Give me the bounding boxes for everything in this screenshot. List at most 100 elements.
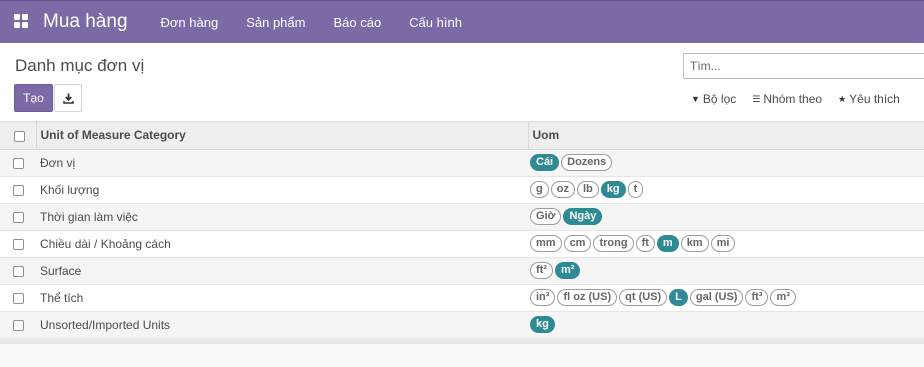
row-checkbox[interactable] bbox=[12, 157, 24, 169]
star-icon: ★ bbox=[838, 93, 847, 104]
table-header-row: Unit of Measure Category Uom bbox=[0, 122, 924, 150]
uom-cell: ft² m² bbox=[528, 257, 924, 285]
category-name: Unsorted/Imported Units bbox=[36, 311, 528, 339]
uom-category-table: Unit of Measure Category Uom Đơn vị Cái Do… bbox=[0, 122, 924, 339]
download-button[interactable] bbox=[54, 84, 82, 112]
uom-tags: kg bbox=[530, 316, 924, 333]
uom-cell: Giờ Ngày bbox=[528, 203, 924, 231]
table-row[interactable]: Khối lượng g oz lb kg t bbox=[0, 176, 924, 204]
uom-tags: in³ fl oz (US) qt (US) Lgal (US) ft³ m³ bbox=[530, 289, 924, 306]
uom-tag: gal (US) bbox=[689, 289, 744, 306]
row-select-cell bbox=[0, 230, 36, 258]
row-checkbox[interactable] bbox=[12, 211, 24, 223]
filters-label: Bộ lọc bbox=[702, 92, 737, 106]
uom-tag: mi bbox=[710, 235, 736, 252]
uom-tag: ft² bbox=[530, 262, 553, 279]
category-name: Khối lượng bbox=[36, 176, 528, 204]
reference-uom-tag: kg bbox=[600, 181, 626, 198]
uom-cell: mm cm trong ft m km mi bbox=[528, 230, 924, 258]
filter-icon: ▼ bbox=[691, 94, 700, 104]
table-row[interactable]: Surface ft² m² bbox=[0, 257, 924, 285]
reference-uom-tag: kg bbox=[530, 316, 555, 333]
category-name: Thời gian làm việc bbox=[36, 203, 528, 231]
uom-tag: qt (US) bbox=[619, 289, 668, 306]
uom-tag: Dozens bbox=[561, 154, 613, 171]
uom-cell: in³ fl oz (US) qt (US) Lgal (US) ft³ m³ bbox=[528, 284, 924, 312]
menu-item-orders[interactable]: Đơn hàng bbox=[147, 1, 233, 44]
uom-tag: cm bbox=[563, 235, 592, 252]
filters-button[interactable]: ▼ Bộ lọc bbox=[683, 85, 744, 113]
reference-uom-tag: L bbox=[669, 289, 688, 306]
row-select-cell bbox=[0, 284, 36, 312]
table-row[interactable]: Unsorted/Imported Units kg bbox=[0, 311, 924, 339]
reference-uom-tag: Ngày bbox=[563, 208, 603, 225]
reference-uom-tag: m bbox=[656, 235, 679, 252]
category-name: Chiều dài / Khoảng cách bbox=[36, 230, 528, 258]
column-header-uom[interactable]: Uom bbox=[527, 122, 924, 150]
group-by-button[interactable]: ☰ Nhóm theo bbox=[744, 85, 830, 113]
row-select-cell bbox=[0, 203, 36, 231]
row-checkbox[interactable] bbox=[12, 292, 24, 304]
uom-tags: Cái Dozens bbox=[530, 154, 924, 171]
main-menu: Đơn hàng Sản phẩm Báo cáo Cấu hình bbox=[147, 1, 476, 44]
table-row[interactable]: Đơn vị Cái Dozens bbox=[0, 149, 924, 177]
table-row[interactable]: Chiều dài / Khoảng cách mm cm trong ft m km mi bbox=[0, 230, 924, 258]
favorites-label: Yêu thích bbox=[849, 92, 900, 106]
row-select-cell bbox=[0, 149, 36, 177]
favorites-button[interactable]: ★ Yêu thích bbox=[830, 85, 908, 113]
row-select-cell bbox=[0, 311, 36, 339]
row-select-cell bbox=[0, 257, 36, 285]
uom-tag: oz bbox=[550, 181, 575, 198]
uom-tag: ft bbox=[635, 235, 655, 252]
uom-tag: m³ bbox=[770, 289, 796, 306]
category-name: Thể tích bbox=[36, 284, 528, 312]
search-options: ▼ Bộ lọc ☰ Nhóm theo ★ Yêu thích bbox=[683, 85, 908, 113]
uom-tag: t bbox=[627, 181, 644, 198]
row-checkbox[interactable] bbox=[12, 319, 24, 331]
page-title: Danh mục đơn vị bbox=[15, 56, 145, 75]
app-title[interactable]: Mua hàng bbox=[43, 11, 128, 33]
uom-tags: ft² m² bbox=[530, 262, 924, 279]
category-name: Surface bbox=[36, 257, 528, 285]
select-all-cell bbox=[0, 122, 36, 150]
row-checkbox[interactable] bbox=[12, 265, 24, 277]
menu-item-products[interactable]: Sản phẩm bbox=[232, 1, 319, 44]
search-input[interactable] bbox=[683, 53, 924, 79]
control-panel: Danh mục đơn vị Tạo ▼Bộ lọc ☰Nhóm theo ★… bbox=[0, 43, 924, 122]
uom-tag: ft³ bbox=[745, 289, 769, 306]
uom-cell: Cái Dozens bbox=[528, 149, 924, 177]
menu-item-reporting[interactable]: Báo cáo bbox=[319, 1, 395, 44]
list-view: Unit of Measure Category Uom Đơn vị Cái Do… bbox=[0, 122, 924, 344]
uom-tags: Giờ Ngày bbox=[530, 208, 924, 225]
uom-tags: mm cm trong ft m km mi bbox=[530, 235, 924, 252]
uom-tag: lb bbox=[576, 181, 599, 198]
create-button[interactable]: Tạo bbox=[14, 84, 53, 112]
select-all-checkbox[interactable] bbox=[14, 130, 25, 142]
uom-cell: kg bbox=[528, 311, 924, 339]
row-select-cell bbox=[0, 176, 36, 204]
reference-uom-tag: m² bbox=[555, 262, 581, 279]
column-header-name[interactable]: Unit of Measure Category bbox=[35, 122, 528, 150]
row-checkbox[interactable] bbox=[12, 184, 24, 196]
table-row[interactable]: Thời gian làm việc Giờ Ngày bbox=[0, 203, 924, 231]
uom-tag: km bbox=[680, 235, 709, 252]
uom-tag: mm bbox=[530, 235, 562, 252]
table-row[interactable]: Thể tích in³ fl oz (US) qt (US) Lgal (US) ft³… bbox=[0, 284, 924, 312]
row-checkbox[interactable] bbox=[12, 238, 24, 250]
uom-tag: g bbox=[530, 181, 549, 198]
list-icon: ☰ bbox=[752, 93, 761, 104]
uom-cell: g oz lb kg t bbox=[528, 176, 924, 204]
uom-tag: Giờ bbox=[530, 208, 562, 225]
download-icon bbox=[62, 93, 74, 104]
uom-tag: in³ bbox=[530, 289, 556, 306]
list-footer bbox=[0, 338, 924, 344]
menu-item-configuration[interactable]: Cấu hình bbox=[395, 1, 476, 44]
uom-tag: fl oz (US) bbox=[557, 289, 618, 306]
reference-uom-tag: Cái bbox=[530, 154, 560, 171]
apps-menu-icon[interactable] bbox=[14, 14, 30, 30]
top-navbar: Mua hàng Đơn hàng Sản phẩm Báo cáo Cấu h… bbox=[0, 0, 924, 43]
uom-tag: trong bbox=[593, 235, 634, 252]
group-by-label: Nhóm theo bbox=[763, 92, 823, 106]
category-name: Đơn vị bbox=[36, 149, 528, 177]
uom-tags: g oz lb kg t bbox=[530, 181, 924, 198]
